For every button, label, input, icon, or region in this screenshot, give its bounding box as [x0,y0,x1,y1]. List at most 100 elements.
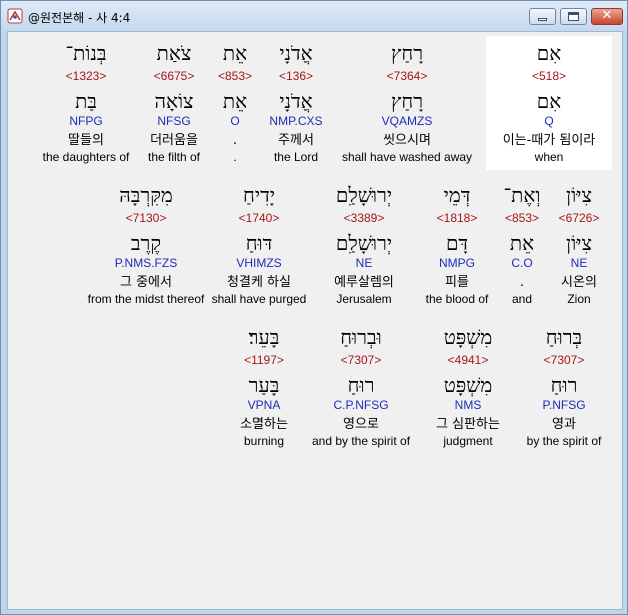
strong-number[interactable]: <1740> [206,211,312,226]
parsing-code: NMPG [439,256,475,270]
minimize-button[interactable] [529,8,556,25]
lemma-word: קֶרֶב [130,231,162,255]
strong-number[interactable]: <1818> [410,211,504,226]
hebrew-word: יְרוּשָׁלִַם [335,183,393,207]
strong-number[interactable]: <6675> [138,69,210,84]
strong-number[interactable]: <853> [210,69,260,84]
strong-number[interactable]: <1197> [228,353,300,368]
korean-gloss: 딸들의 [68,133,104,148]
word-cell[interactable]: וּבְרוּחַ <7307> רוּחַ C.P.NFSG 영으로 and by th… [302,320,420,454]
parsing-code: NE [570,256,588,270]
korean-gloss: 영과 [552,417,576,432]
english-gloss: Jerusalem [336,292,392,306]
hebrew-word: צֹאַת [156,41,192,65]
parsing-code: C.O [511,256,533,270]
close-icon: ✕ [601,8,613,23]
strong-number[interactable]: <853> [498,211,546,226]
interlinear-panel: בְּנוֹת־ <1323> בַּת NFPG 딸들의 the daughters o… [7,31,623,610]
strong-number[interactable]: <7307> [516,353,612,368]
hebrew-word: מִקִּרְבָּהּ [119,183,173,207]
parsing-code: NMS [454,398,482,412]
korean-gloss: 영으로 [343,417,379,432]
korean-gloss: 피를 [445,275,469,290]
strong-number[interactable]: <3389> [312,211,416,226]
strong-number[interactable]: <6726> [546,211,612,226]
lemma-word: אֵת [222,89,248,113]
lemma-word: אִם [536,89,562,113]
app-logo-icon [7,8,23,24]
word-cell[interactable]: צִיּוֹן <6726> צִיּוֹן NE 시온의 Zion [546,178,612,312]
lemma-word: אֵת [509,231,535,255]
word-cell[interactable]: אֲדֹנָי <136> אֲדֹנָי NMP.CXS 주께서 the Lord [260,36,332,170]
parsing-code: C.P.NFSG [333,398,389,412]
english-gloss: the filth of [147,150,201,164]
strong-number[interactable]: <7307> [302,353,420,368]
strong-number[interactable]: <136> [260,69,332,84]
word-cell[interactable]: דְּמֵי <1818> דָּם NMPG 피를 the blood of [410,178,504,312]
lemma-word: בָּעַר [248,373,280,397]
english-gloss: shall have washed away [341,150,473,164]
parsing-code: NMP.CXS [269,114,323,128]
close-button[interactable]: ✕ [591,8,623,25]
hebrew-word: מִשְׁפָּט [443,325,493,349]
english-gloss: burning [243,434,285,448]
parsing-code: VHIMZS [236,256,282,270]
english-gloss: the daughters of [42,150,130,164]
hebrew-word: וְאֶת־ [503,183,541,207]
english-gloss: and by the spirit of [311,434,411,448]
english-gloss: from the midst thereof [87,292,205,306]
english-gloss: the blood of [425,292,489,306]
parsing-code: VQAMZS [381,114,433,128]
word-cell[interactable]: בְּנוֹת־ <1323> בַּת NFPG 딸들의 the daughters o… [28,36,144,170]
parsing-code: Q [544,114,554,128]
word-cell[interactable]: יְרוּשָׁלִַם <3389> יְרוּשָׁלִַם NE 예루살렘의 Jer… [312,178,416,312]
title-bar[interactable]: @원전본해 - 사 4:4 ✕ [1,1,627,31]
strong-number[interactable]: <4941> [420,353,516,368]
strong-number[interactable]: <7130> [66,211,226,226]
lemma-word: צִיּוֹן [566,231,592,255]
maximize-button[interactable] [560,8,587,25]
parsing-code: VPNA [247,398,281,412]
strong-number[interactable]: <7364> [332,69,482,84]
parsing-code: NFPG [69,114,103,128]
korean-gloss: 소멸하는 [240,417,288,432]
lemma-word: רוּחַ [347,373,375,397]
strong-number[interactable]: <518> [486,69,612,84]
hebrew-word: אִם [536,41,562,65]
korean-gloss: 씻으시며 [383,133,431,148]
app-window: @원전본해 - 사 4:4 ✕ בְּנוֹת־ <1323> בַּת NFPG 딸들… [0,0,628,615]
hebrew-word: רָחַץ [390,41,424,65]
lemma-word: אֲדֹנָי [279,89,313,113]
lemma-word: רָחַץ [390,89,424,113]
word-cell[interactable]: מִקִּרְבָּהּ <7130> קֶרֶב P.NMS.FZS 그 중에서 fro… [66,178,226,312]
korean-gloss: 예루살렘의 [334,275,394,290]
lemma-word: דָּם [445,231,469,255]
lemma-word: רוּחַ [550,373,578,397]
hebrew-word: בָּעֵר׃ [248,325,280,349]
hebrew-word: וּבְרוּחַ [340,325,382,349]
hebrew-word: אֵת [222,41,248,65]
word-cell[interactable]: אִם <518> אִם Q 이는-때가 됨이라 when [486,36,612,170]
minimize-icon [538,18,547,21]
korean-gloss: 더러움을 [150,133,198,148]
english-gloss: and [511,292,533,306]
korean-gloss: 시온의 [561,275,597,290]
english-gloss: the Lord [273,150,319,164]
parsing-code: P.NFSG [542,398,586,412]
hebrew-word: יָדִיחַ [243,183,275,207]
lemma-word: צוֹאָה [154,89,194,113]
word-cell[interactable]: מִשְׁפָּט <4941> מִשְׁפָּט NMS 그 심판하는 judgmen… [420,320,516,454]
word-cell[interactable]: יָדִיחַ <1740> דּוּחַ VHIMZS 청결케 하실 shall hav… [206,178,312,312]
korean-gloss: 그 중에서 [120,275,172,290]
word-cell[interactable]: בְּרוּחַ <7307> רוּחַ P.NFSG 영과 by the spirit… [516,320,612,454]
word-cell[interactable]: צֹאַת <6675> צוֹאָה NFSG 더러움을 the filth of [138,36,210,170]
strong-number[interactable]: <1323> [28,69,144,84]
word-cell[interactable]: אֵת <853> אֵת O.. [210,36,260,170]
word-cell[interactable]: בָּעֵר׃ <1197> בָּעַר VPNA 소멸하는 burning [228,320,300,454]
english-gloss: Zion [567,292,591,306]
word-cell[interactable]: רָחַץ <7364> רָחַץ VQAMZS 씻으시며 shall have was… [332,36,482,170]
parsing-code: P.NMS.FZS [114,256,178,270]
word-cell[interactable]: וְאֶת־ <853> אֵת C.O. and [498,178,546,312]
hebrew-word: בְּנוֹת־ [65,41,107,65]
korean-gloss: 이는-때가 됨이라 [502,133,596,148]
